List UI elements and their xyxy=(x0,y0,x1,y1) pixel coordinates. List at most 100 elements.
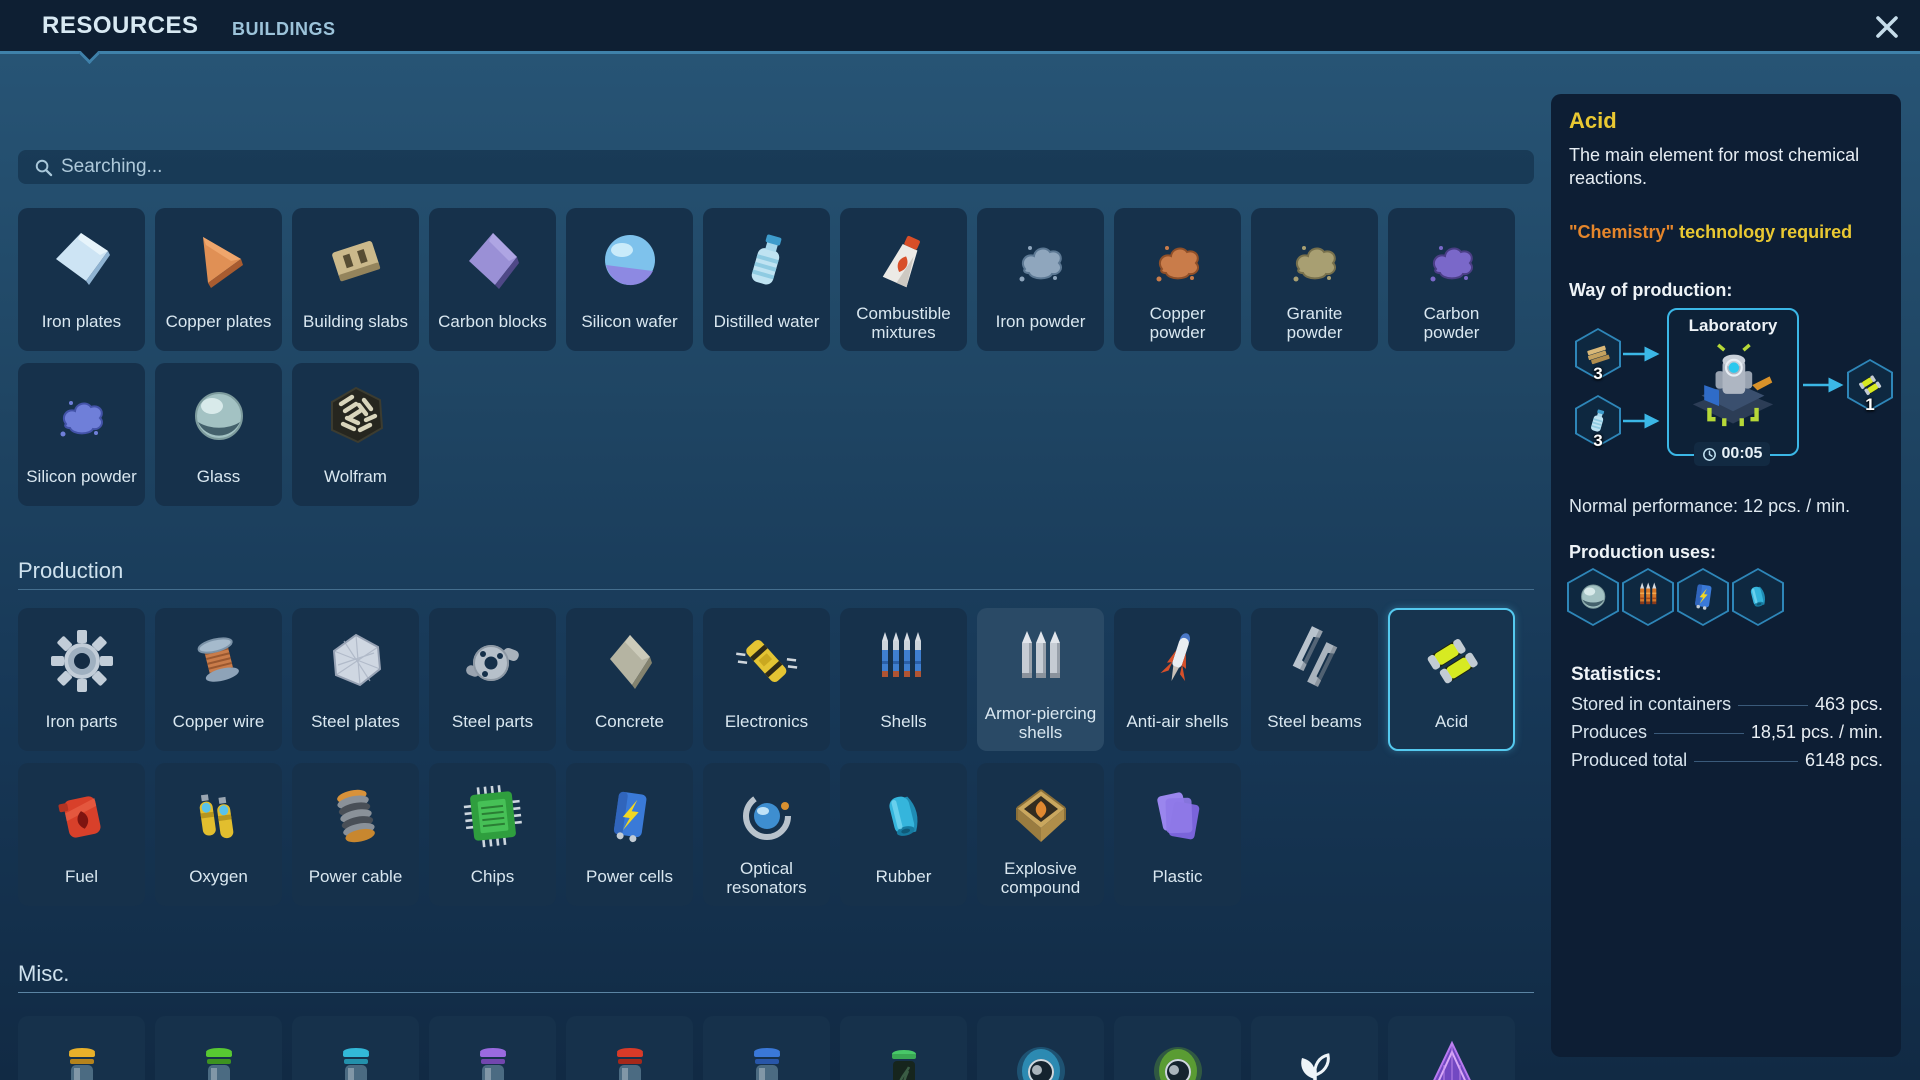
stat-value: 6148 pcs. xyxy=(1805,750,1883,771)
item-card-orb-blue[interactable] xyxy=(977,1016,1104,1080)
item-card-plastic[interactable]: Plastic xyxy=(1114,763,1241,906)
hex-production-uses-power-cells[interactable] xyxy=(1677,568,1729,626)
item-label: Copper plates xyxy=(162,304,276,349)
iron-plates-icon xyxy=(43,218,121,304)
vial-green-icon xyxy=(180,1026,258,1080)
silicon-powder-icon xyxy=(43,373,121,459)
item-label: Shells xyxy=(876,704,930,749)
misc-section-header: Misc. xyxy=(18,961,1534,993)
item-card-orb-green[interactable] xyxy=(1114,1016,1241,1080)
anti-air-shells-icon xyxy=(1139,618,1217,704)
optical-resonators-icon xyxy=(728,773,806,859)
stat-value: 463 pcs. xyxy=(1815,694,1883,715)
item-card-anti-air-shells[interactable]: Anti-air shells xyxy=(1114,608,1241,751)
vial-cyan-icon xyxy=(317,1026,395,1080)
power-cable-icon xyxy=(317,773,395,859)
stat-label: Produces xyxy=(1571,722,1647,743)
hex-recipe-input-planks[interactable]: 3 xyxy=(1575,328,1621,380)
item-card-vial-red[interactable] xyxy=(566,1016,693,1080)
item-card-armor-piercing-shells[interactable]: Armor-piercing shells xyxy=(977,608,1104,751)
item-card-concrete[interactable]: Concrete xyxy=(566,608,693,751)
item-card-copper-powder[interactable]: Copper powder xyxy=(1114,208,1241,351)
statistics-label: Statistics: xyxy=(1571,664,1662,686)
item-label: Acid xyxy=(1431,704,1472,749)
item-card-fuel[interactable]: Fuel xyxy=(18,763,145,906)
item-card-iron-powder[interactable]: Iron powder xyxy=(977,208,1104,351)
item-card-carbon-blocks[interactable]: Carbon blocks xyxy=(429,208,556,351)
item-card-carbon-powder[interactable]: Carbon powder xyxy=(1388,208,1515,351)
item-card-iron-parts[interactable]: Iron parts xyxy=(18,608,145,751)
tab-buildings[interactable]: BUILDINGS xyxy=(232,0,336,51)
item-card-distilled-water[interactable]: Distilled water xyxy=(703,208,830,351)
item-card-jar-herbs[interactable] xyxy=(840,1016,967,1080)
item-card-chips[interactable]: Chips xyxy=(429,763,556,906)
item-card-steel-plates[interactable]: Steel plates xyxy=(292,608,419,751)
item-card-vial-green[interactable] xyxy=(155,1016,282,1080)
item-card-silicon-wafer[interactable]: Silicon wafer xyxy=(566,208,693,351)
item-card-rubber[interactable]: Rubber xyxy=(840,763,967,906)
item-card-copper-plates[interactable]: Copper plates xyxy=(155,208,282,351)
item-card-steel-beams[interactable]: Steel beams xyxy=(1251,608,1378,751)
laboratory-building-icon xyxy=(1669,338,1797,434)
rubber-icon xyxy=(865,773,943,859)
search-input[interactable] xyxy=(61,156,1524,178)
tab-resources[interactable]: RESOURCES xyxy=(42,0,199,51)
item-card-granite-powder[interactable]: Granite powder xyxy=(1251,208,1378,351)
item-label: Power cable xyxy=(305,859,407,904)
item-label: Building slabs xyxy=(299,304,412,349)
item-card-vial-purple[interactable] xyxy=(429,1016,556,1080)
item-card-vial-cyan[interactable] xyxy=(292,1016,419,1080)
misc-grid xyxy=(18,1016,1515,1080)
item-card-acid[interactable]: Acid xyxy=(1388,608,1515,751)
steel-plates-icon xyxy=(317,618,395,704)
clock-icon xyxy=(1702,447,1717,462)
item-card-power-cable[interactable]: Power cable xyxy=(292,763,419,906)
search-bar[interactable] xyxy=(18,150,1534,184)
carbon-powder-icon xyxy=(1413,218,1491,304)
concrete-icon xyxy=(591,618,669,704)
hex-production-uses-glass[interactable] xyxy=(1567,568,1619,626)
item-card-copper-wire[interactable]: Copper wire xyxy=(155,608,282,751)
hex-recipe-output-acid[interactable]: 1 xyxy=(1847,359,1893,411)
carbon-blocks-icon xyxy=(454,218,532,304)
stat-row-stored-in-containers: Stored in containers 463 pcs. xyxy=(1571,694,1883,715)
item-label: Armor-piercing shells xyxy=(979,704,1102,751)
recipe-building-box[interactable]: Laboratory xyxy=(1667,308,1799,456)
stat-row-produced-total: Produced total 6148 pcs. xyxy=(1571,750,1883,771)
fuel-icon xyxy=(43,773,121,859)
item-card-optical-resonators[interactable]: Optical resonators xyxy=(703,763,830,906)
item-card-building-slabs[interactable]: Building slabs xyxy=(292,208,419,351)
combustible-mixtures-icon xyxy=(865,218,943,304)
item-card-power-cells[interactable]: Power cells xyxy=(566,763,693,906)
hex-recipe-input-distilled-water[interactable]: 3 xyxy=(1575,395,1621,447)
item-label: Distilled water xyxy=(710,304,824,349)
close-icon[interactable] xyxy=(1870,10,1904,44)
production-section-header: Production xyxy=(18,558,1534,590)
item-label: Glass xyxy=(193,459,244,504)
item-label: Oxygen xyxy=(185,859,252,904)
item-card-combustible-mixtures[interactable]: Combustible mixtures xyxy=(840,208,967,351)
item-card-silicon-powder[interactable]: Silicon powder xyxy=(18,363,145,506)
quantity-badge: 1 xyxy=(1847,395,1893,415)
item-label: Explosive compound xyxy=(979,859,1102,906)
technology-name: "Chemistry" xyxy=(1569,222,1674,242)
recipe-time-badge: 00:05 xyxy=(1694,442,1770,466)
item-card-electronics[interactable]: Electronics xyxy=(703,608,830,751)
item-card-shells[interactable]: Shells xyxy=(840,608,967,751)
production-uses-label: Production uses: xyxy=(1569,542,1716,563)
jar-herbs-icon xyxy=(865,1026,943,1080)
hex-production-uses-shells-orange[interactable] xyxy=(1622,568,1674,626)
item-card-glass[interactable]: Glass xyxy=(155,363,282,506)
hex-production-uses-rubber[interactable] xyxy=(1732,568,1784,626)
item-card-wolfram[interactable]: Wolfram xyxy=(292,363,419,506)
item-card-crystal-pyramid[interactable] xyxy=(1388,1016,1515,1080)
item-label: Steel parts xyxy=(448,704,537,749)
item-card-iron-plates[interactable]: Iron plates xyxy=(18,208,145,351)
item-card-sprout[interactable] xyxy=(1251,1016,1378,1080)
item-card-vial-yellow[interactable] xyxy=(18,1016,145,1080)
item-card-vial-blue[interactable] xyxy=(703,1016,830,1080)
item-label: Chips xyxy=(467,859,518,904)
item-card-oxygen[interactable]: Oxygen xyxy=(155,763,282,906)
item-card-steel-parts[interactable]: Steel parts xyxy=(429,608,556,751)
item-card-explosive-compound[interactable]: Explosive compound xyxy=(977,763,1104,906)
